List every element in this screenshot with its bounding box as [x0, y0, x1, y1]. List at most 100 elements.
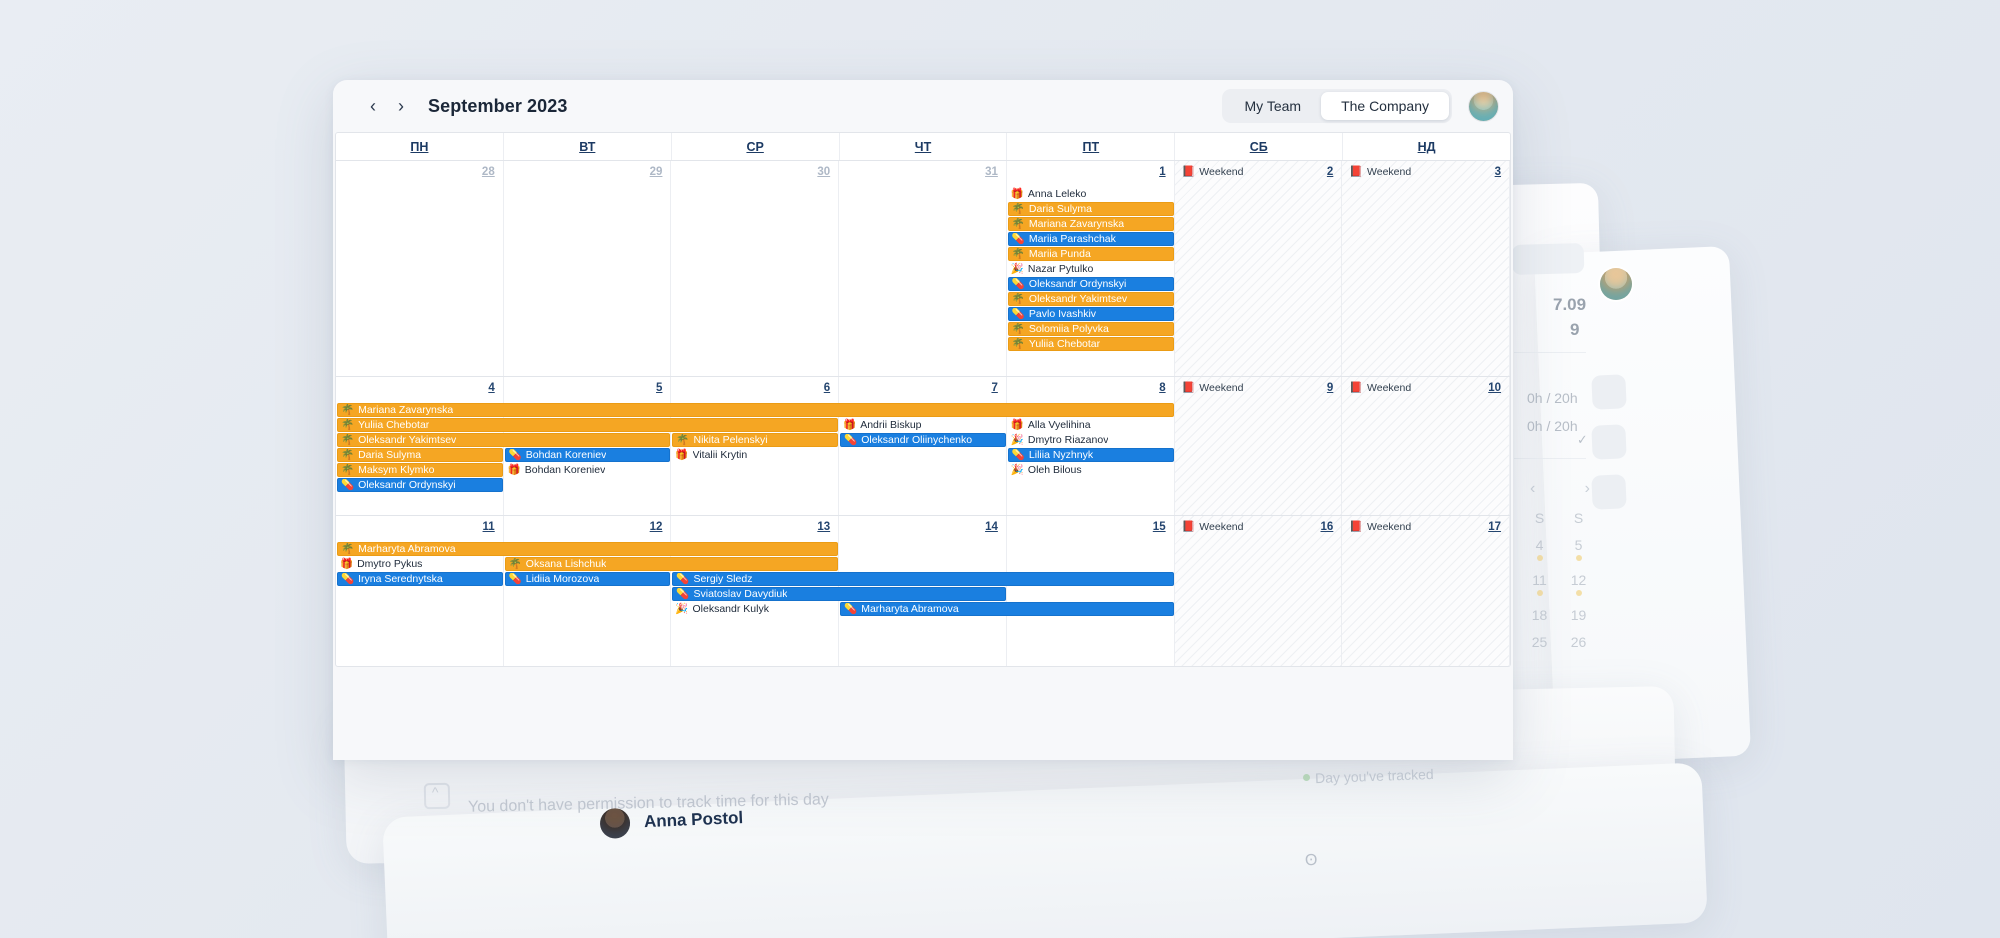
day-number[interactable]: 7: [991, 382, 997, 394]
event-person-name: Solomiia Polyvka: [1028, 323, 1109, 335]
event-blue[interactable]: 💊 Oleksandr Oliinychenko: [840, 433, 1006, 447]
event-plain[interactable]: 🎉 Nazar Pytulko: [1008, 262, 1174, 276]
calendar-grid: ПН ВТ СР ЧТ ПТ СБ НД 28 29 30 31 1 📕 Weekend 2 📕 Weeken…: [335, 132, 1511, 667]
event-orange[interactable]: 🌴 Solomiia Polyvka: [1007, 322, 1174, 336]
event-plain[interactable]: 🎁 Dmytro Pykus: [337, 557, 503, 571]
weekend-text: Weekend: [1199, 382, 1244, 394]
event-blue[interactable]: 💊 Iryna Serednytska: [337, 572, 503, 586]
day-cell-15[interactable]: 15: [1007, 516, 1175, 666]
weekday-header-2: СР: [672, 133, 840, 160]
day-number[interactable]: 13: [817, 521, 830, 533]
day-number[interactable]: 28: [482, 166, 495, 178]
vacation-icon: 🌴: [676, 434, 690, 446]
weekend-icon: 📕: [1349, 165, 1364, 178]
day-cell-2[interactable]: 📕 Weekend 2: [1174, 161, 1343, 376]
weekend-icon: 📕: [1349, 520, 1364, 533]
event-orange[interactable]: 🌴 Oksana Lishchuk: [504, 557, 839, 571]
avatar[interactable]: [1468, 90, 1499, 122]
event-orange[interactable]: 🌴 Nikita Pelenskyi: [672, 433, 839, 447]
day-number[interactable]: 15: [1153, 521, 1166, 533]
event-orange[interactable]: 🌴 Mariana Zavarynska: [1007, 217, 1174, 231]
weekend-text: Weekend: [1367, 166, 1412, 178]
event-orange[interactable]: 🌴 Maksym Klymko: [337, 463, 503, 477]
event-blue[interactable]: 💊 Sergiy Sledz: [672, 572, 1174, 586]
event-person-name: Maksym Klymko: [358, 464, 435, 476]
day-cell-9[interactable]: 📕 Weekend 9: [1174, 377, 1343, 515]
day-cell-10[interactable]: 📕 Weekend 10: [1342, 377, 1511, 515]
event-orange[interactable]: 🌴 Marharyta Abramova: [337, 542, 839, 556]
next-month-button[interactable]: ›: [387, 92, 415, 120]
birthday-icon: 🎁: [340, 558, 354, 570]
event-blue[interactable]: 💊 Marharyta Abramova: [840, 602, 1174, 616]
day-number[interactable]: 11: [483, 521, 495, 533]
day-cell-29[interactable]: 29: [504, 161, 672, 376]
scope-option-my-team[interactable]: My Team: [1225, 92, 1322, 120]
weekend-label: 📕 Weekend: [1349, 166, 1411, 178]
event-blue[interactable]: 💊 Bohdan Koreniev: [504, 448, 671, 462]
event-orange[interactable]: 🌴 Mariana Zavarynska: [337, 403, 1174, 417]
event-blue[interactable]: 💊 Mariia Parashchak: [1007, 232, 1174, 246]
day-number[interactable]: 5: [656, 382, 662, 394]
day-number[interactable]: 3: [1495, 166, 1501, 178]
event-person-name: Oleksandr Ordynskyi: [1028, 278, 1127, 290]
day-number[interactable]: 12: [650, 521, 663, 533]
day-number[interactable]: 30: [817, 166, 830, 178]
day-cell-16[interactable]: 📕 Weekend 16: [1174, 516, 1343, 666]
event-person-name: Oleksandr Yakimtsev: [358, 434, 457, 446]
day-cell-11[interactable]: 11: [336, 516, 504, 666]
event-plain[interactable]: 🎉 Oleksandr Kulyk: [672, 602, 838, 616]
day-cell-28[interactable]: 28: [336, 161, 504, 376]
event-orange[interactable]: 🌴 Oleksandr Yakimtsev: [337, 433, 671, 447]
day-number[interactable]: 1: [1159, 166, 1165, 178]
day-number[interactable]: 16: [1321, 521, 1334, 533]
day-cell-3[interactable]: 📕 Weekend 3: [1342, 161, 1511, 376]
event-plain[interactable]: 🎉 Oleh Bilous: [1008, 463, 1174, 477]
day-number[interactable]: 4: [488, 382, 494, 394]
event-person-name: Bohdan Koreniev: [525, 449, 607, 461]
ghost-mini-day: 12: [1559, 572, 1598, 596]
scope-option-the-company[interactable]: The Company: [1321, 92, 1449, 120]
day-cell-31[interactable]: 31: [839, 161, 1007, 376]
day-number[interactable]: 6: [824, 382, 830, 394]
ghost-divider-2: [1514, 458, 1586, 459]
day-cell-17[interactable]: 📕 Weekend 17: [1342, 516, 1511, 666]
event-orange[interactable]: 🌴 Mariia Punda: [1007, 247, 1174, 261]
weekday-header-1: ВТ: [504, 133, 672, 160]
ghost-mini-nav: ‹ ›: [1530, 480, 1590, 498]
event-plain[interactable]: 🎁 Anna Leleko: [1008, 187, 1174, 201]
weekday-label: ПН: [410, 140, 429, 154]
event-blue[interactable]: 💊 Liliia Nyzhnyk: [1007, 448, 1174, 462]
event-plain[interactable]: 🎁 Alla Vyelihina: [1008, 418, 1174, 432]
event-blue[interactable]: 💊 Pavlo Ivashkiv: [1007, 307, 1174, 321]
scope-toggle[interactable]: My Team The Company: [1221, 89, 1452, 123]
event-plain[interactable]: 🎁 Andrii Biskup: [840, 418, 1006, 432]
event-plain[interactable]: 🎉 Dmytro Riazanov: [1008, 433, 1174, 447]
event-orange[interactable]: 🌴 Yuliia Chebotar: [337, 418, 839, 432]
event-blue[interactable]: 💊 Oleksandr Ordynskyi: [1007, 277, 1174, 291]
ghost-user-avatar: [599, 807, 631, 839]
event-person-name: Mariana Zavarynska: [358, 404, 454, 416]
event-plain[interactable]: 🎁 Bohdan Koreniev: [505, 463, 671, 477]
event-blue[interactable]: 💊 Oleksandr Ordynskyi: [337, 478, 503, 492]
day-cell-30[interactable]: 30: [671, 161, 840, 376]
event-plain[interactable]: 🎁 Vitalii Krytin: [672, 448, 838, 462]
event-person-name: Dmytro Riazanov: [1027, 434, 1109, 446]
day-number[interactable]: 31: [985, 166, 998, 178]
day-number[interactable]: 10: [1488, 382, 1501, 394]
day-number[interactable]: 2: [1327, 166, 1333, 178]
event-orange[interactable]: 🌴 Oleksandr Yakimtsev: [1007, 292, 1174, 306]
day-number[interactable]: 17: [1488, 521, 1501, 533]
event-orange[interactable]: 🌴 Daria Sulyma: [1007, 202, 1174, 216]
event-blue[interactable]: 💊 Lidiia Morozova: [504, 572, 671, 586]
sick-icon: 💊: [1011, 278, 1025, 290]
event-orange[interactable]: 🌴 Daria Sulyma: [337, 448, 503, 462]
event-blue[interactable]: 💊 Sviatoslav Davydiuk: [672, 587, 1006, 601]
day-number[interactable]: 8: [1159, 382, 1165, 394]
day-cell-12[interactable]: 12: [504, 516, 672, 666]
day-number[interactable]: 14: [985, 521, 998, 533]
event-orange[interactable]: 🌴 Yuliia Chebotar: [1007, 337, 1174, 351]
day-number[interactable]: 9: [1327, 382, 1333, 394]
vacation-icon: 🌴: [1011, 293, 1025, 305]
prev-month-button[interactable]: ‹: [359, 92, 387, 120]
day-number[interactable]: 29: [650, 166, 663, 178]
